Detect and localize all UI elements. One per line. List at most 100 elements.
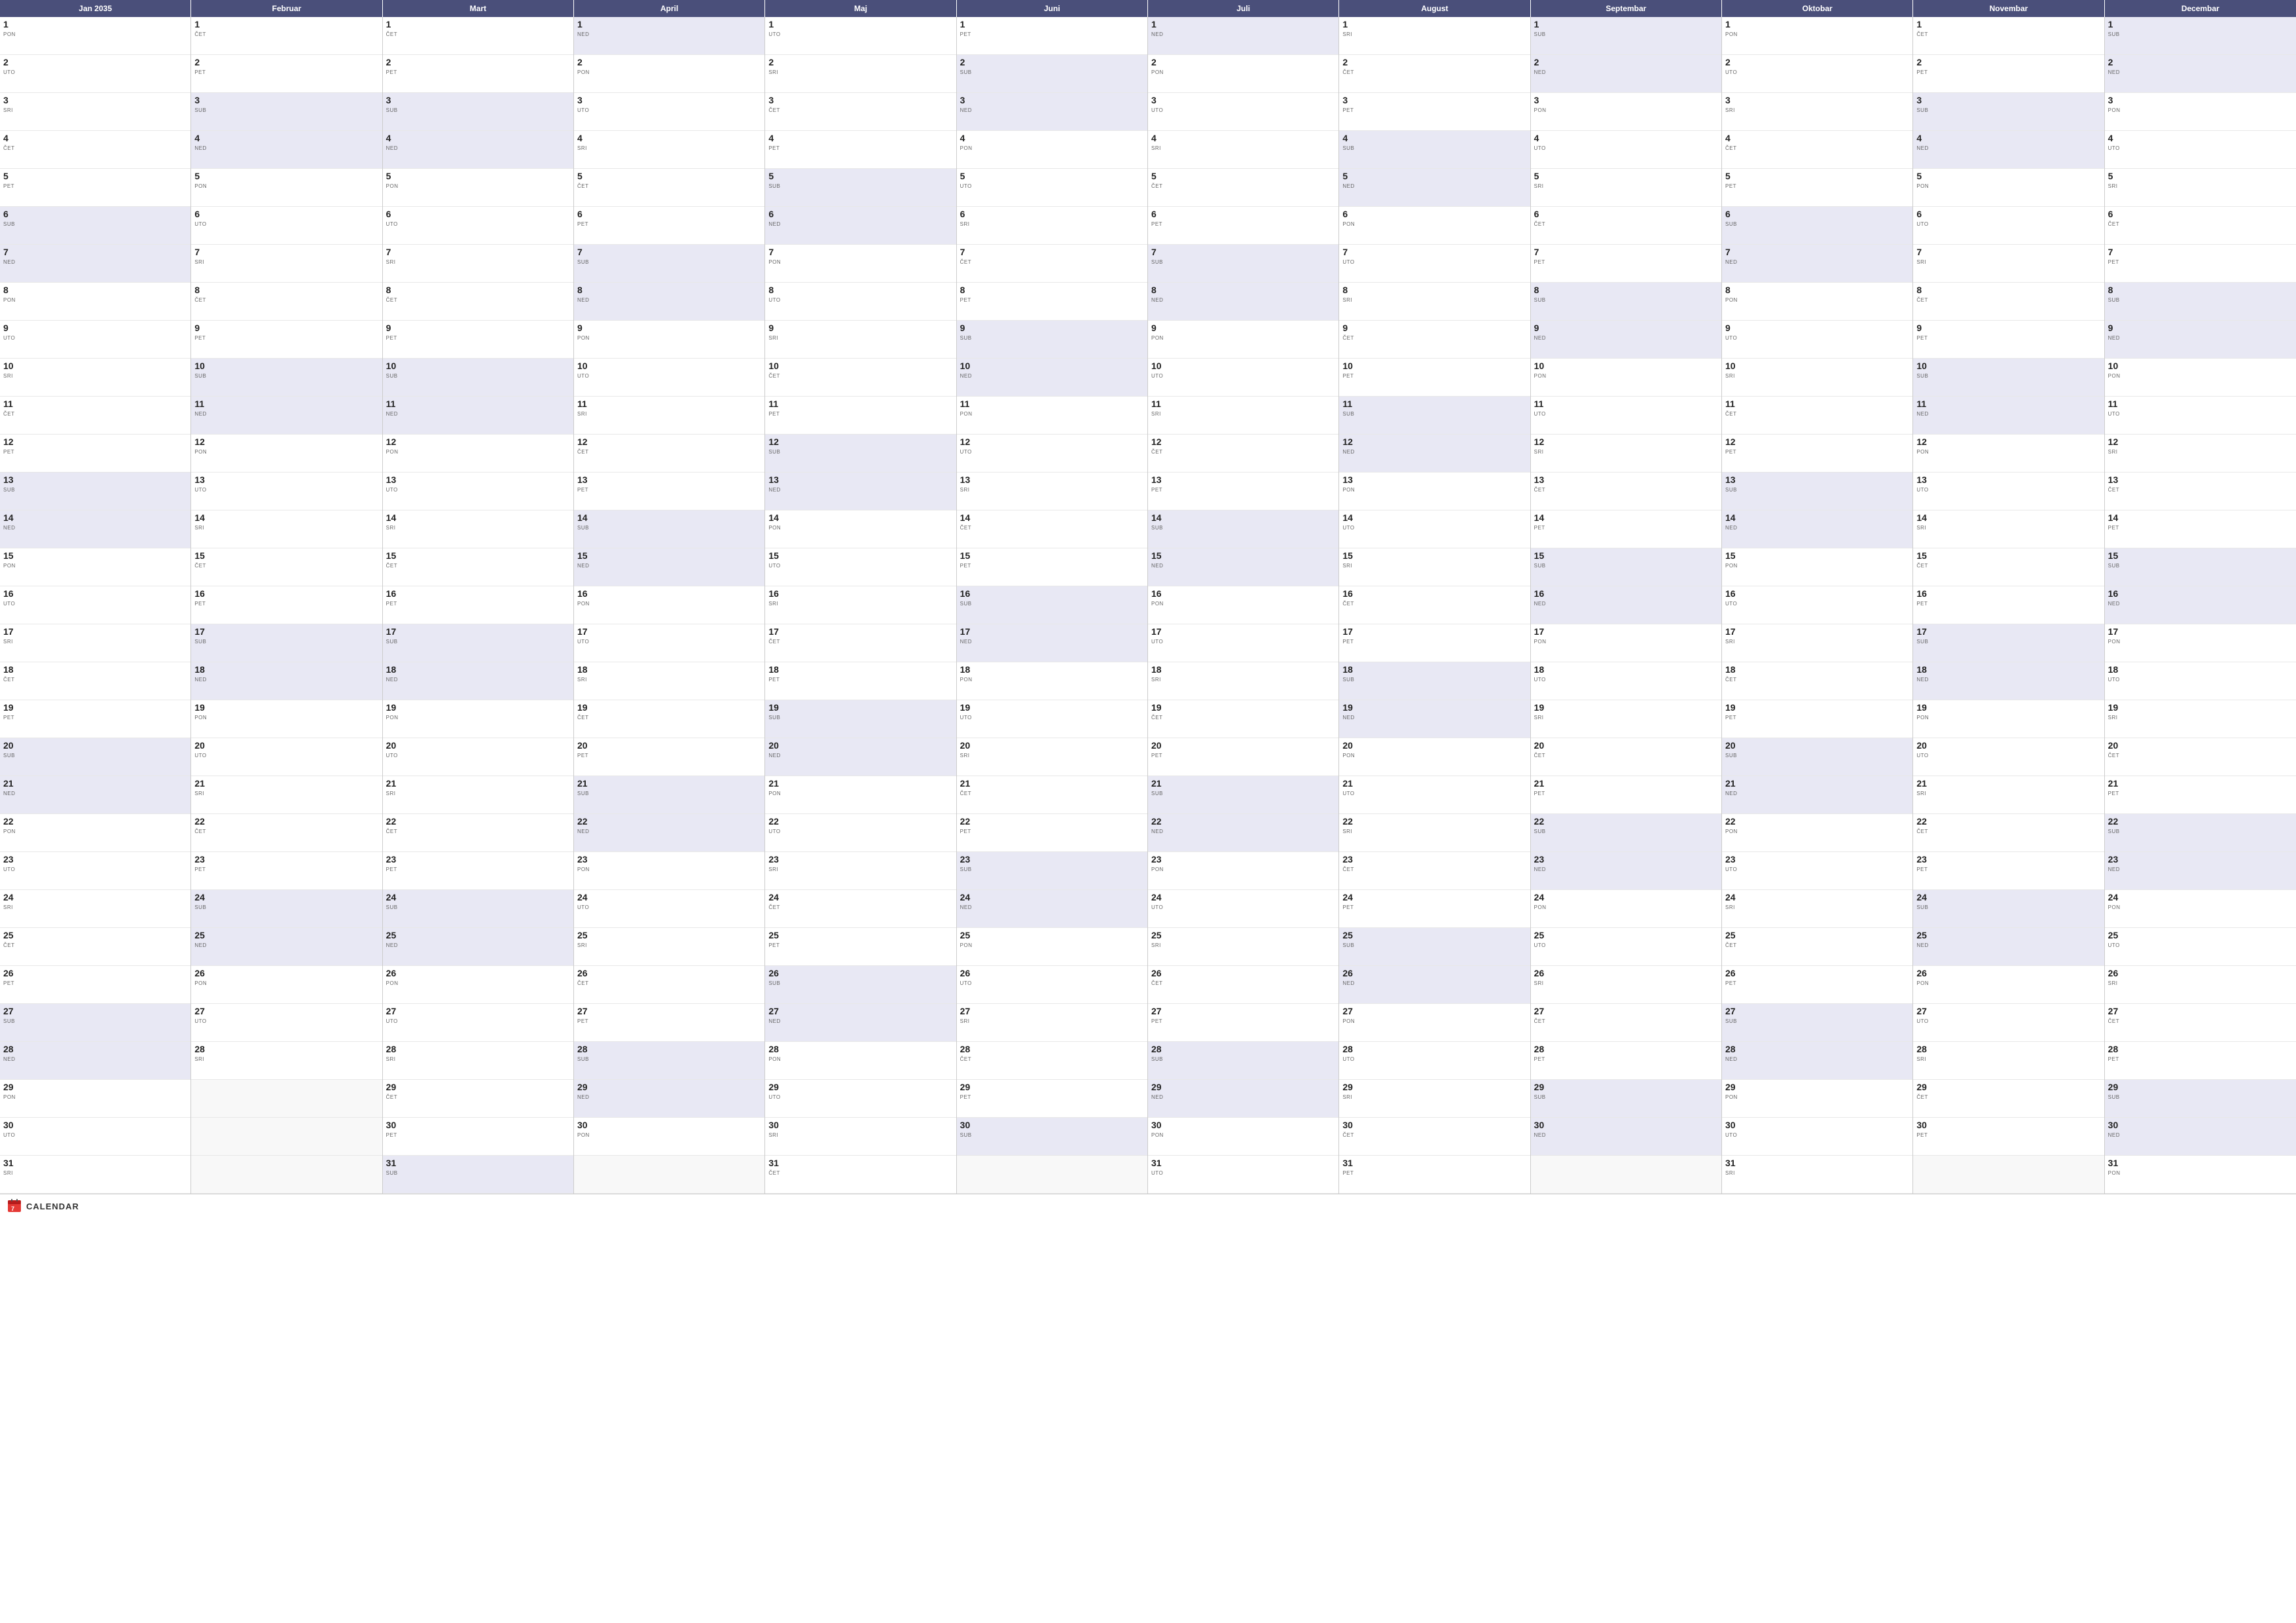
day-cell[interactable]: 15PON — [0, 548, 190, 586]
day-cell[interactable]: 11NED — [383, 397, 573, 435]
day-cell[interactable]: 8SUB — [1531, 283, 1721, 321]
day-cell[interactable]: 4NED — [1913, 131, 2104, 169]
day-cell[interactable]: 11PON — [957, 397, 1147, 435]
day-cell[interactable]: 6UTO — [1913, 207, 2104, 245]
day-cell[interactable]: 14PON — [765, 510, 956, 548]
day-cell[interactable]: 18SRI — [574, 662, 764, 700]
day-cell[interactable]: 9UTO — [1722, 321, 1912, 359]
day-cell[interactable]: 20UTO — [1913, 738, 2104, 776]
day-cell[interactable]: 26PON — [191, 966, 382, 1004]
day-cell[interactable]: 19PET — [0, 700, 190, 738]
day-cell[interactable]: 3SUB — [383, 93, 573, 131]
day-cell[interactable]: 29PON — [1722, 1080, 1912, 1118]
day-cell[interactable]: 6ČET — [2105, 207, 2296, 245]
day-cell[interactable]: 28SRI — [1913, 1042, 2104, 1080]
day-cell[interactable]: 22UTO — [765, 814, 956, 852]
day-cell[interactable]: 3SRI — [1722, 93, 1912, 131]
day-cell[interactable]: 9PON — [1148, 321, 1338, 359]
day-cell[interactable]: 15SUB — [1531, 548, 1721, 586]
day-cell[interactable]: 20SUB — [0, 738, 190, 776]
day-cell[interactable]: 3PET — [1339, 93, 1530, 131]
day-cell[interactable]: 29PET — [957, 1080, 1147, 1118]
day-cell[interactable]: 19ČET — [574, 700, 764, 738]
day-cell[interactable]: 18UTO — [1531, 662, 1721, 700]
day-cell[interactable]: 19NED — [1339, 700, 1530, 738]
day-cell[interactable]: 4ČET — [0, 131, 190, 169]
day-cell[interactable]: 16PON — [574, 586, 764, 624]
day-cell[interactable]: 7NED — [1722, 245, 1912, 283]
day-cell[interactable]: 22ČET — [1913, 814, 2104, 852]
day-cell[interactable]: 8ČET — [383, 283, 573, 321]
day-cell[interactable]: 13NED — [765, 473, 956, 510]
day-cell[interactable]: 19SRI — [1531, 700, 1721, 738]
day-cell[interactable]: 29UTO — [765, 1080, 956, 1118]
day-cell[interactable]: 18UTO — [2105, 662, 2296, 700]
day-cell[interactable]: 23SRI — [765, 852, 956, 890]
day-cell[interactable]: 6SUB — [0, 207, 190, 245]
day-cell[interactable]: 2PON — [1148, 55, 1338, 93]
day-cell[interactable]: 26NED — [1339, 966, 1530, 1004]
day-cell[interactable]: 28SRI — [383, 1042, 573, 1080]
day-cell[interactable]: 13PET — [574, 473, 764, 510]
day-cell[interactable]: 12SUB — [765, 435, 956, 473]
day-cell[interactable]: 4NED — [383, 131, 573, 169]
day-cell[interactable]: 17UTO — [1148, 624, 1338, 662]
day-cell[interactable]: 17SUB — [191, 624, 382, 662]
day-cell[interactable]: 12ČET — [1148, 435, 1338, 473]
day-cell[interactable]: 22PON — [0, 814, 190, 852]
day-cell[interactable]: 21SRI — [383, 776, 573, 814]
day-cell[interactable]: 31PET — [1339, 1156, 1530, 1194]
day-cell[interactable]: 14UTO — [1339, 510, 1530, 548]
day-cell[interactable]: 10UTO — [574, 359, 764, 397]
day-cell[interactable]: 3ČET — [765, 93, 956, 131]
day-cell[interactable]: 15SRI — [1339, 548, 1530, 586]
day-cell[interactable]: 1PON — [0, 17, 190, 55]
day-cell[interactable]: 24SUB — [1913, 890, 2104, 928]
day-cell[interactable]: 27UTO — [383, 1004, 573, 1042]
day-cell[interactable]: 9PET — [191, 321, 382, 359]
day-cell[interactable]: 4ČET — [1722, 131, 1912, 169]
day-cell[interactable]: 25NED — [1913, 928, 2104, 966]
day-cell[interactable]: 8SRI — [1339, 283, 1530, 321]
day-cell[interactable]: 11NED — [1913, 397, 2104, 435]
day-cell[interactable]: 24SRI — [1722, 890, 1912, 928]
day-cell[interactable]: 5PON — [1913, 169, 2104, 207]
day-cell[interactable]: 6PET — [574, 207, 764, 245]
day-cell[interactable]: 5SUB — [765, 169, 956, 207]
day-cell[interactable]: 1NED — [1148, 17, 1338, 55]
day-cell[interactable]: 30UTO — [1722, 1118, 1912, 1156]
day-cell[interactable]: 8ČET — [191, 283, 382, 321]
day-cell[interactable]: 7ČET — [957, 245, 1147, 283]
day-cell[interactable]: 24UTO — [1148, 890, 1338, 928]
day-cell[interactable]: 30PON — [1148, 1118, 1338, 1156]
day-cell[interactable]: 3SUB — [191, 93, 382, 131]
day-cell[interactable]: 2PET — [383, 55, 573, 93]
day-cell[interactable]: 21UTO — [1339, 776, 1530, 814]
day-cell[interactable]: 25SRI — [574, 928, 764, 966]
day-cell[interactable]: 28NED — [1722, 1042, 1912, 1080]
day-cell[interactable]: 7PET — [2105, 245, 2296, 283]
day-cell[interactable]: 26ČET — [574, 966, 764, 1004]
day-cell[interactable]: 14PET — [2105, 510, 2296, 548]
day-cell[interactable]: 13UTO — [1913, 473, 2104, 510]
day-cell[interactable]: 30NED — [2105, 1118, 2296, 1156]
day-cell[interactable]: 24UTO — [574, 890, 764, 928]
day-cell[interactable]: 4SRI — [1148, 131, 1338, 169]
day-cell[interactable]: 2PON — [574, 55, 764, 93]
day-cell[interactable]: 10PON — [2105, 359, 2296, 397]
day-cell[interactable]: 10NED — [957, 359, 1147, 397]
day-cell[interactable]: 5ČET — [574, 169, 764, 207]
day-cell[interactable]: 20NED — [765, 738, 956, 776]
day-cell[interactable]: 17NED — [957, 624, 1147, 662]
day-cell[interactable]: 1SUB — [1531, 17, 1721, 55]
day-cell[interactable]: 15SUB — [2105, 548, 2296, 586]
day-cell[interactable]: 6PON — [1339, 207, 1530, 245]
day-cell[interactable]: 11ČET — [0, 397, 190, 435]
day-cell[interactable]: 22SUB — [2105, 814, 2296, 852]
day-cell[interactable]: 7SUB — [1148, 245, 1338, 283]
day-cell[interactable]: 2SUB — [957, 55, 1147, 93]
day-cell[interactable]: 25UTO — [2105, 928, 2296, 966]
day-cell[interactable]: 19PON — [1913, 700, 2104, 738]
day-cell[interactable]: 23NED — [2105, 852, 2296, 890]
day-cell[interactable]: 21PON — [765, 776, 956, 814]
